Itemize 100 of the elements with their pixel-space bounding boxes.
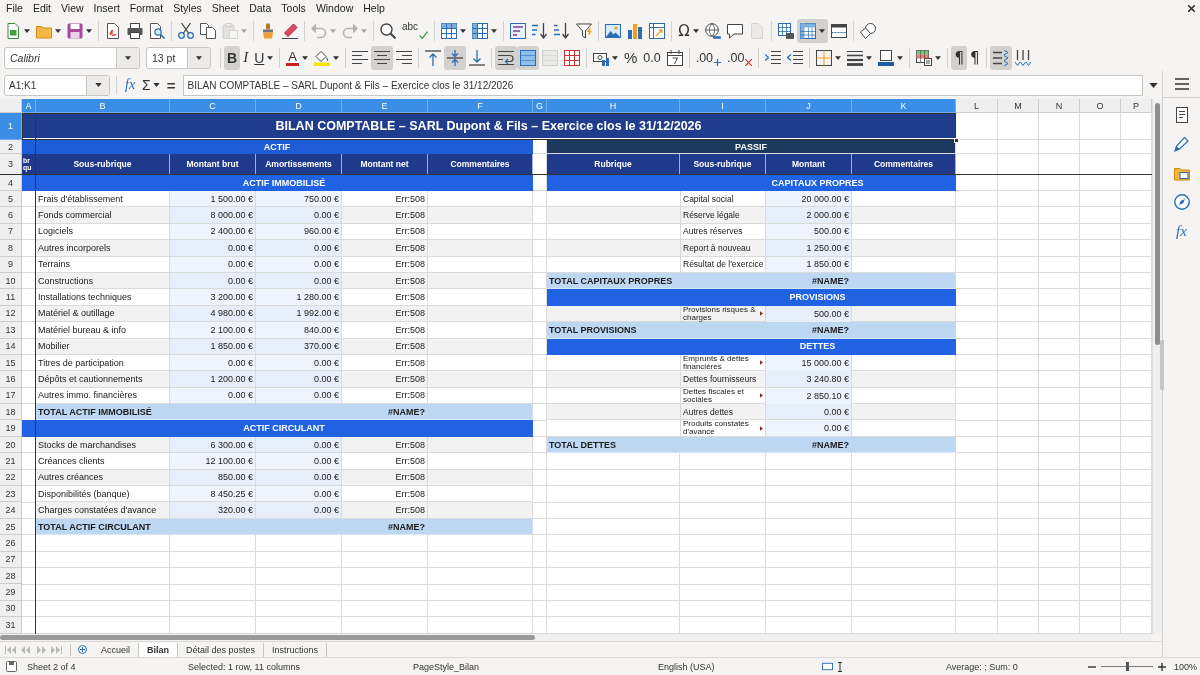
menu-item[interactable]: Edit — [27, 0, 56, 17]
align-center-button[interactable] — [370, 45, 393, 70]
row-header[interactable]: 3 — [0, 154, 22, 175]
caret-icon[interactable] — [611, 55, 618, 60]
caret-icon[interactable] — [196, 55, 202, 60]
conditional-format-icon[interactable] — [916, 49, 933, 66]
zoom-slider-thumb[interactable] — [1125, 662, 1129, 671]
skip-to-start-icon[interactable] — [5, 645, 17, 654]
caret-icon[interactable] — [818, 28, 825, 33]
sort-dialog-icon[interactable] — [510, 22, 527, 39]
caret-icon[interactable] — [692, 28, 699, 33]
copy-icon[interactable] — [200, 22, 216, 39]
caret-icon[interactable] — [125, 55, 131, 60]
indent-decrease-icon[interactable] — [787, 49, 804, 66]
scrollbar-thumb[interactable] — [1155, 103, 1160, 345]
eraser-icon[interactable] — [282, 22, 298, 39]
search-icon[interactable] — [380, 22, 396, 39]
row-header[interactable]: 31 — [0, 617, 22, 634]
caret-icon[interactable] — [491, 28, 498, 33]
speech-bubble-icon[interactable] — [726, 22, 743, 39]
shapes-icon[interactable] — [859, 22, 876, 39]
left-to-right-button[interactable]: ¶ — [951, 45, 967, 70]
column-header[interactable]: P — [1121, 99, 1152, 113]
merge-and-center-button[interactable] — [516, 45, 539, 70]
caret-icon[interactable] — [835, 55, 842, 60]
sort-ascending-icon[interactable] — [532, 22, 549, 39]
caret-icon[interactable] — [86, 28, 92, 33]
menu-item[interactable]: Data — [244, 0, 277, 17]
caret-icon[interactable] — [94, 83, 102, 87]
formula-button[interactable]: = — [164, 75, 178, 95]
caret-icon[interactable] — [1149, 82, 1158, 88]
scrollbar-thumb[interactable] — [0, 635, 535, 640]
line-style-icon[interactable] — [847, 49, 864, 66]
sum-button[interactable]: Σ — [140, 75, 162, 95]
column-header[interactable]: L — [956, 99, 998, 113]
row-header[interactable]: 6 — [0, 207, 22, 224]
picture-icon[interactable] — [605, 22, 622, 39]
menu-item[interactable]: View — [56, 0, 89, 17]
border-color-icon[interactable] — [878, 49, 895, 66]
close-icon[interactable] — [1188, 5, 1195, 12]
zoom-out-icon[interactable] — [1088, 665, 1096, 668]
print-area-icon[interactable] — [777, 22, 794, 39]
folder-image-icon[interactable] — [1173, 165, 1190, 181]
caret-icon[interactable] — [332, 55, 339, 60]
page-magnifier-icon[interactable] — [149, 22, 165, 39]
row-header[interactable]: 24 — [0, 502, 22, 519]
caret-icon[interactable] — [301, 55, 308, 60]
caret-icon[interactable] — [897, 55, 904, 60]
row-header[interactable]: 2 — [0, 140, 22, 154]
paintbrush-icon[interactable] — [260, 22, 276, 39]
text-left-to-right-button[interactable] — [989, 45, 1012, 70]
indent-increase-icon[interactable] — [765, 49, 782, 66]
column-header[interactable]: N — [1039, 99, 1080, 113]
percent-button[interactable]: % — [620, 45, 641, 70]
row-header[interactable]: 16 — [0, 371, 22, 388]
menu-item[interactable]: Styles — [168, 0, 207, 17]
functions-button[interactable]: fx — [1176, 223, 1187, 239]
add-decimal-button[interactable]: .00 — [692, 45, 725, 70]
document-lines-icon[interactable] — [1173, 107, 1190, 123]
sheet-tab[interactable]: Instructions — [264, 642, 328, 657]
menu-icon[interactable] — [1174, 77, 1189, 91]
font-color-button[interactable]: A — [283, 45, 311, 70]
sheet-tab[interactable]: Détail des postes — [178, 642, 265, 657]
caret-icon[interactable] — [866, 55, 873, 60]
zoom-in-icon[interactable] — [1158, 662, 1166, 671]
row-header[interactable]: 13 — [0, 322, 22, 339]
row-header[interactable]: 5 — [0, 191, 22, 208]
delete-decimal-button[interactable]: .00 — [724, 45, 756, 70]
menu-item[interactable]: Format — [124, 0, 169, 17]
horizontal-scrollbar[interactable] — [0, 634, 1152, 641]
function-wizard-button[interactable]: fx — [123, 75, 138, 95]
standard-number-button[interactable]: 0.0 — [640, 45, 664, 70]
compass-icon[interactable] — [1173, 194, 1190, 210]
italic-button[interactable]: I — [240, 45, 252, 70]
name-box[interactable]: A1:K1 — [4, 74, 110, 96]
caret-icon[interactable] — [55, 28, 61, 33]
row-header[interactable]: 29 — [0, 584, 22, 601]
menu-item[interactable]: Sheet — [206, 0, 245, 17]
globe-link-icon[interactable] — [704, 22, 721, 39]
pen-icon[interactable] — [1173, 136, 1190, 152]
split-window-icon[interactable] — [830, 22, 847, 39]
plus-circle-icon[interactable] — [78, 645, 87, 654]
row-header[interactable]: 4 — [0, 175, 22, 191]
caret-icon[interactable] — [935, 55, 942, 60]
funnel-icon[interactable] — [576, 22, 593, 39]
pdf-document-icon[interactable] — [105, 22, 121, 39]
spelling-button[interactable]: abc — [399, 18, 432, 43]
borders-icon[interactable] — [816, 49, 833, 66]
document-save-icon[interactable] — [6, 661, 17, 672]
caret-icon[interactable] — [152, 83, 160, 87]
align-middle-button[interactable] — [443, 45, 466, 70]
scissors-icon[interactable] — [178, 22, 194, 39]
font-size-field[interactable]: 13 pt — [146, 46, 211, 69]
menu-item[interactable]: Window — [310, 0, 359, 17]
caret-icon[interactable] — [267, 55, 274, 60]
fill-handle[interactable] — [954, 138, 959, 143]
row-header[interactable]: 21 — [0, 453, 22, 470]
row-header[interactable]: 8 — [0, 240, 22, 257]
sheet-tab[interactable]: Bilan — [139, 642, 179, 657]
special-character-button[interactable]: Ω — [675, 18, 702, 43]
